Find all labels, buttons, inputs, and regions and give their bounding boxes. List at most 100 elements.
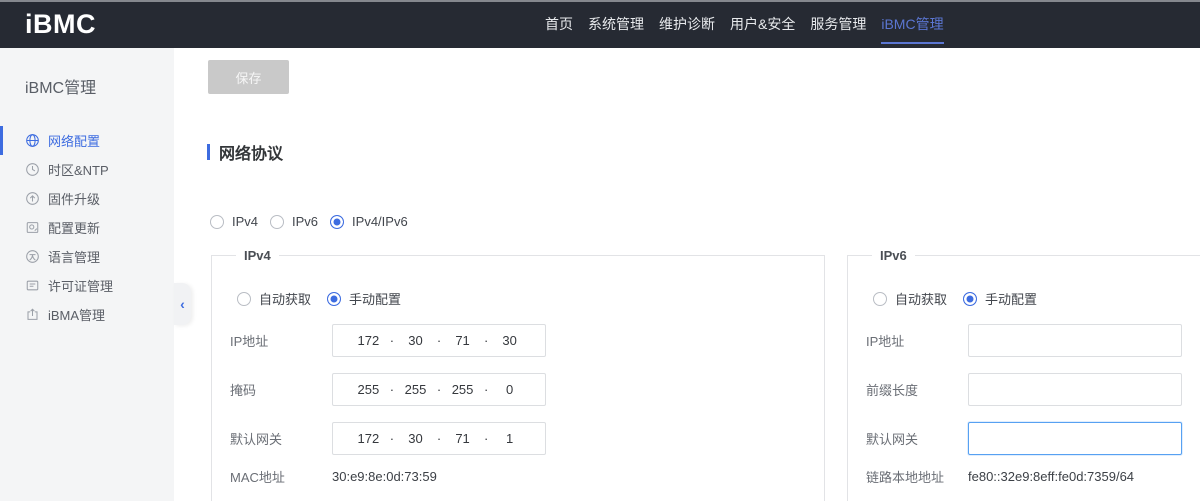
ip-octet: 172 [347,431,390,446]
window-top-edge [0,0,1200,2]
radio-circle-icon [270,215,284,229]
app-logo[interactable]: iBMC [25,9,96,40]
nav-item-user-security[interactable]: 用户&安全 [730,0,795,48]
ipv6-legend: IPv6 [872,248,915,263]
sidebar: iBMC管理 网络配置 时区&NTP 固件升级 配置更新 [0,48,174,501]
ipv6-linklocal-row: 链路本地地址 fe80::32e9:8eff:fe0d:7359/64 [866,467,1200,485]
ipv4-gateway-row: 默认网关 172 · 30 · 71 · 1 [230,422,806,455]
ipv4-mask-row: 掩码 255 · 255 · 255 · 0 [230,373,806,406]
ip-octet: 30 [394,333,437,348]
link-local-address-value: fe80::32e9:8eff:fe0d:7359/64 [968,469,1134,484]
field-label: 默认网关 [866,429,968,448]
globe-icon [25,133,40,148]
ipv6-gateway-input[interactable] [968,422,1182,455]
ipv6-ip-address-input[interactable] [968,324,1182,357]
field-label: 掩码 [230,380,332,399]
ip-octet: 0 [488,382,531,397]
chevron-left-icon: ‹ [180,296,185,312]
sidebar-item-license-management[interactable]: 许可证管理 [0,271,174,300]
radio-selected-icon [327,292,341,306]
nav-item-maintenance-diagnostics[interactable]: 维护诊断 [659,0,715,48]
field-label: IP地址 [866,331,968,350]
radio-label: 手动配置 [349,289,401,308]
radio-selected-icon [963,292,977,306]
radio-label: 手动配置 [985,289,1037,308]
nav-item-system-management[interactable]: 系统管理 [588,0,644,48]
nav-item-service-management[interactable]: 服务管理 [810,0,866,48]
save-button[interactable]: 保存 [208,60,289,94]
radio-label: 自动获取 [259,289,311,308]
radio-label: IPv6 [292,214,318,229]
ip-octet: 71 [441,333,484,348]
ip-octet: 71 [441,431,484,446]
field-label: 前缀长度 [866,380,968,399]
ipv4-radio-auto[interactable]: 自动获取 [237,289,311,308]
config-update-icon [25,220,40,235]
sidebar-item-label: 时区&NTP [48,160,109,179]
ipv6-gateway-row: 默认网关 [866,422,1200,455]
radio-ipv4[interactable]: IPv4 [210,214,258,229]
ip-octet: 30 [488,333,531,348]
radio-ipv6[interactable]: IPv6 [270,214,318,229]
sidebar-item-label: iBMA管理 [48,305,105,324]
ipv6-fieldset: IPv6 自动获取 手动配置 IP地址 前缀长度 默认网 [847,248,1200,501]
radio-circle-icon [237,292,251,306]
field-label: MAC地址 [230,467,332,486]
sidebar-item-firmware-upgrade[interactable]: 固件升级 [0,184,174,213]
ipv4-legend: IPv4 [236,248,279,263]
sidebar-item-label: 固件升级 [48,189,100,208]
ipv4-mode-radio-group: 自动获取 手动配置 [230,289,806,308]
radio-label: 自动获取 [895,289,947,308]
sidebar-item-language-management[interactable]: 语言管理 [0,242,174,271]
protocol-radio-group: IPv4 IPv6 IPv4/IPv6 [210,214,408,229]
sidebar-item-label: 配置更新 [48,218,100,237]
ipv6-ip-address-row: IP地址 [866,324,1200,357]
firmware-upgrade-icon [25,191,40,206]
field-label: IP地址 [230,331,332,350]
radio-label: IPv4/IPv6 [352,214,408,229]
ipv4-radio-manual[interactable]: 手动配置 [327,289,401,308]
nav-item-ibmc-management[interactable]: iBMC管理 [881,0,943,48]
sidebar-item-network-config[interactable]: 网络配置 [0,126,174,155]
ip-octet: 30 [394,431,437,446]
sidebar-item-ibma-management[interactable]: iBMA管理 [0,300,174,329]
nav-item-home[interactable]: 首页 [545,0,573,48]
sidebar-item-config-update[interactable]: 配置更新 [0,213,174,242]
field-label: 默认网关 [230,429,332,448]
radio-ipv4-ipv6[interactable]: IPv4/IPv6 [330,214,408,229]
timezone-clock-icon [25,162,40,177]
ipv6-radio-manual[interactable]: 手动配置 [963,289,1037,308]
ipv6-radio-auto[interactable]: 自动获取 [873,289,947,308]
section-accent-bar [207,144,210,160]
sidebar-item-label: 网络配置 [48,131,100,150]
ipv6-prefix-length-row: 前缀长度 [866,373,1200,406]
protocol-fieldsets: IPv4 自动获取 手动配置 IP地址 172 · 30 · 71 [211,248,1200,501]
ip-octet: 1 [488,431,531,446]
sidebar-item-label: 许可证管理 [48,276,113,295]
ip-octet: 255 [394,382,437,397]
radio-circle-icon [210,215,224,229]
sidebar-menu: 网络配置 时区&NTP 固件升级 配置更新 语言管理 [0,126,174,329]
ipv6-mode-radio-group: 自动获取 手动配置 [866,289,1200,308]
ipv4-mac-row: MAC地址 30:e9:8e:0d:73:59 [230,467,806,485]
top-nav: iBMC 首页 系统管理 维护诊断 用户&安全 服务管理 iBMC管理 [0,0,1200,48]
radio-selected-icon [330,215,344,229]
ip-octet: 255 [347,382,390,397]
ipv4-mask-input[interactable]: 255 · 255 · 255 · 0 [332,373,546,406]
sidebar-collapse-button[interactable]: ‹ [174,283,191,325]
ipv4-fieldset: IPv4 自动获取 手动配置 IP地址 172 · 30 · 71 [211,248,825,501]
radio-circle-icon [873,292,887,306]
sidebar-item-timezone-ntp[interactable]: 时区&NTP [0,155,174,184]
ipv4-ip-address-input[interactable]: 172 · 30 · 71 · 30 [332,324,546,357]
ip-octet: 172 [347,333,390,348]
ibma-icon [25,307,40,322]
mac-address-value: 30:e9:8e:0d:73:59 [332,469,437,484]
section-header: 网络协议 [207,140,283,164]
ipv4-gateway-input[interactable]: 172 · 30 · 71 · 1 [332,422,546,455]
license-icon [25,278,40,293]
section-title: 网络协议 [219,140,283,164]
ipv6-prefix-length-input[interactable] [968,373,1182,406]
main-content: 保存 网络协议 IPv4 IPv6 IPv4/IPv6 IPv4 自动获取 [174,48,1200,501]
field-label: 链路本地地址 [866,467,968,486]
ip-octet: 255 [441,382,484,397]
